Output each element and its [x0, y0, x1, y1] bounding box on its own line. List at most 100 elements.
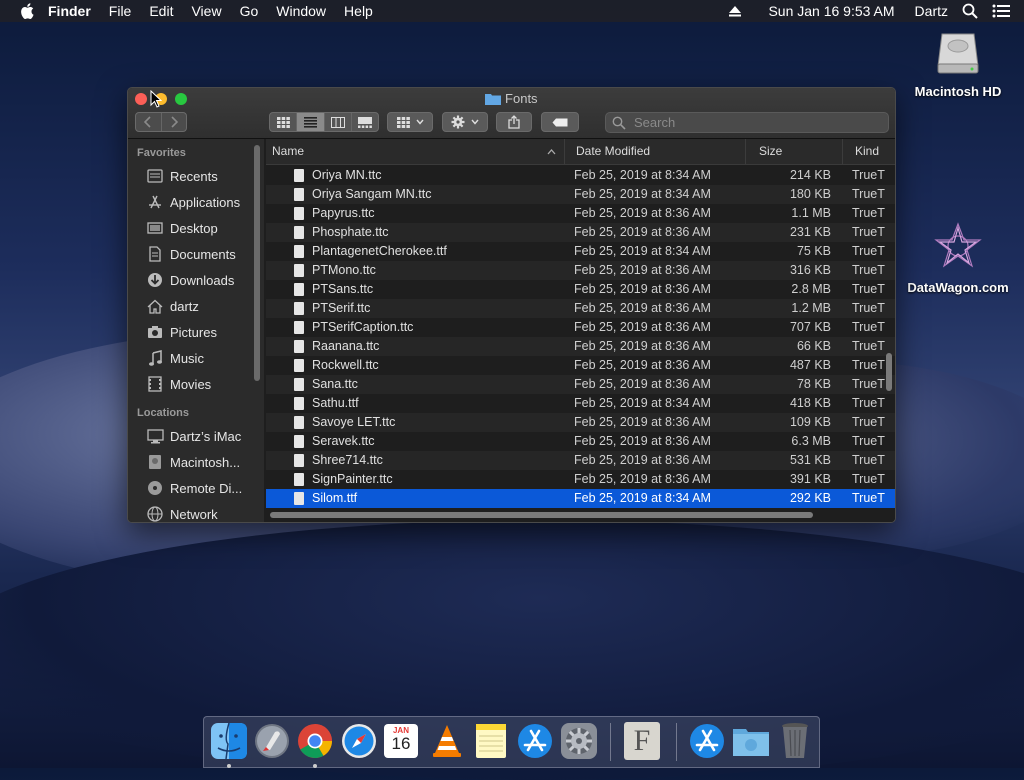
dock-safari[interactable]	[340, 722, 378, 760]
menu-help[interactable]: Help	[344, 3, 373, 19]
menu-finder[interactable]: Finder	[48, 3, 91, 19]
dock-finder[interactable]	[210, 722, 248, 760]
column-name[interactable]: Name	[266, 139, 565, 164]
file-row[interactable]: Raanana.ttc Feb 25, 2019 at 8:36 AM 66 KB T…	[266, 337, 895, 356]
file-row[interactable]: Sathu.ttf Feb 25, 2019 at 8:34 AM 418 KB Tr…	[266, 394, 895, 413]
document-icon	[294, 454, 304, 467]
file-row[interactable]: Silom.ttf Feb 25, 2019 at 8:34 AM 292 KB Tr…	[266, 489, 895, 508]
dock-system-preferences[interactable]	[560, 722, 598, 760]
sidebar-item-music[interactable]: Music	[128, 345, 264, 371]
document-icon	[294, 283, 304, 296]
list-icon	[303, 116, 317, 128]
sidebar-item-recents[interactable]: Recents	[128, 163, 264, 189]
sidebar-item-macintosh[interactable]: Macintosh...	[128, 449, 264, 475]
file-row[interactable]: Papyrus.ttc Feb 25, 2019 at 8:36 AM 1.1 MB…	[266, 204, 895, 223]
back-button[interactable]	[136, 113, 162, 131]
group-by-button[interactable]	[387, 112, 433, 132]
column-kind[interactable]: Kind	[843, 139, 895, 164]
file-row[interactable]: PTMono.ttc Feb 25, 2019 at 8:36 AM 316 KB T…	[266, 261, 895, 280]
tags-button[interactable]	[541, 112, 579, 132]
file-row[interactable]: Sana.ttc Feb 25, 2019 at 8:36 AM 78 KB True…	[266, 375, 895, 394]
file-row[interactable]: PTSerifCaption.ttc Feb 25, 2019 at 8:36 A…	[266, 318, 895, 337]
grid-icon	[276, 116, 290, 128]
desktop-icon-macintosh-hd[interactable]: Macintosh HD	[905, 30, 1011, 99]
apple-menu-icon[interactable]	[20, 3, 34, 19]
file-row[interactable]: PTSans.ttc Feb 25, 2019 at 8:36 AM 2.8 MB T…	[266, 280, 895, 299]
file-date-modified: Feb 25, 2019 at 8:34 AM	[574, 168, 711, 182]
menubar-user[interactable]: Dartz	[915, 3, 948, 19]
icon-view-button[interactable]	[270, 113, 298, 131]
file-row[interactable]: PTSerif.ttc Feb 25, 2019 at 8:36 AM 1.2 MB…	[266, 299, 895, 318]
sidebar: Favorites Recents Applications Desktop Docu…	[128, 139, 264, 522]
sidebar-scrollbar[interactable]	[254, 145, 260, 381]
dock-app-store[interactable]	[516, 722, 554, 760]
menu-file[interactable]: File	[109, 3, 132, 19]
dock-chrome[interactable]	[296, 722, 334, 760]
file-kind: TrueT	[852, 282, 885, 296]
search-field[interactable]	[605, 112, 889, 133]
dock-calendar[interactable]: JAN 16	[384, 724, 418, 758]
menu-edit[interactable]: Edit	[149, 3, 173, 19]
notification-center-icon[interactable]	[992, 4, 1010, 18]
dock-applications-stack[interactable]	[688, 722, 726, 760]
sidebar-item-pictures[interactable]: Pictures	[128, 319, 264, 345]
spotlight-search-icon[interactable]	[962, 3, 978, 19]
dock-vlc[interactable]	[428, 722, 466, 760]
sidebar-item-label: Recents	[170, 168, 218, 184]
file-date-modified: Feb 25, 2019 at 8:36 AM	[574, 339, 711, 353]
column-date-modified[interactable]: Date Modified	[565, 139, 746, 164]
sidebar-item-documents[interactable]: Documents	[128, 241, 264, 267]
share-button[interactable]	[496, 112, 532, 132]
gallery-view-button[interactable]	[352, 113, 378, 131]
sidebar-item-network[interactable]: Network	[128, 501, 264, 522]
file-kind: TrueT	[852, 206, 885, 220]
file-name: PTSerif.ttc	[312, 301, 371, 315]
forward-button[interactable]	[162, 113, 187, 131]
action-button[interactable]	[442, 112, 488, 132]
column-size[interactable]: Size	[746, 139, 843, 164]
sidebar-item-dartz-s-imac[interactable]: Dartz’s iMac	[128, 423, 264, 449]
column-view-button[interactable]	[325, 113, 352, 131]
running-indicator	[227, 764, 231, 768]
file-row[interactable]: Savoye LET.ttc Feb 25, 2019 at 8:36 AM 109…	[266, 413, 895, 432]
menu-view[interactable]: View	[191, 3, 221, 19]
dock-notes[interactable]	[472, 722, 510, 760]
horizontal-scrollbar[interactable]	[270, 512, 813, 518]
file-row[interactable]: PlantagenetCherokee.ttf Feb 25, 2019 at 8…	[266, 242, 895, 261]
file-row[interactable]: Rockwell.ttc Feb 25, 2019 at 8:36 AM 487 K…	[266, 356, 895, 375]
file-row[interactable]: Phosphate.ttc Feb 25, 2019 at 8:36 AM 231 …	[266, 223, 895, 242]
dock-separator	[676, 723, 677, 761]
menu-go[interactable]: Go	[240, 3, 259, 19]
vertical-scrollbar[interactable]	[886, 353, 892, 391]
sidebar-item-desktop[interactable]: Desktop	[128, 215, 264, 241]
sidebar-item-movies[interactable]: Movies	[128, 371, 264, 397]
sidebar-item-downloads[interactable]: Downloads	[128, 267, 264, 293]
eject-icon[interactable]	[728, 5, 742, 17]
document-icon	[294, 340, 304, 353]
file-date-modified: Feb 25, 2019 at 8:34 AM	[574, 491, 711, 505]
menubar-clock[interactable]: Sun Jan 16 9:53 AM	[768, 3, 894, 19]
file-row[interactable]: Oriya Sangam MN.ttc Feb 25, 2019 at 8:34 …	[266, 185, 895, 204]
dock-trash[interactable]	[776, 722, 814, 760]
search-input[interactable]	[632, 114, 876, 131]
file-kind: TrueT	[852, 377, 885, 391]
sidebar-item-applications[interactable]: Applications	[128, 189, 264, 215]
dock-launchpad[interactable]	[253, 722, 291, 760]
recents-icon	[146, 168, 164, 184]
list-view-button[interactable]	[297, 113, 325, 131]
menu-window[interactable]: Window	[276, 3, 326, 19]
dock-downloads-stack[interactable]	[732, 722, 770, 760]
file-date-modified: Feb 25, 2019 at 8:34 AM	[574, 396, 711, 410]
file-row[interactable]: SignPainter.ttc Feb 25, 2019 at 8:36 AM 39…	[266, 470, 895, 489]
sidebar-item-remote-di[interactable]: Remote Di...	[128, 475, 264, 501]
file-row[interactable]: Shree714.ttc Feb 25, 2019 at 8:36 AM 531 K…	[266, 451, 895, 470]
file-kind: TrueT	[852, 415, 885, 429]
file-row[interactable]: Oriya MN.ttc Feb 25, 2019 at 8:34 AM 214 K…	[266, 166, 895, 185]
desktop-icon-datawagon[interactable]: DataWagon.com	[900, 220, 1016, 295]
sidebar-item-dartz[interactable]: dartz	[128, 293, 264, 319]
file-row[interactable]: Seravek.ttc Feb 25, 2019 at 8:36 AM 6.3 MB…	[266, 432, 895, 451]
column-date-label: Date Modified	[576, 144, 651, 158]
sidebar-item-label: Network	[170, 506, 218, 522]
dock-font-book[interactable]: F	[624, 722, 660, 760]
file-date-modified: Feb 25, 2019 at 8:34 AM	[574, 187, 711, 201]
